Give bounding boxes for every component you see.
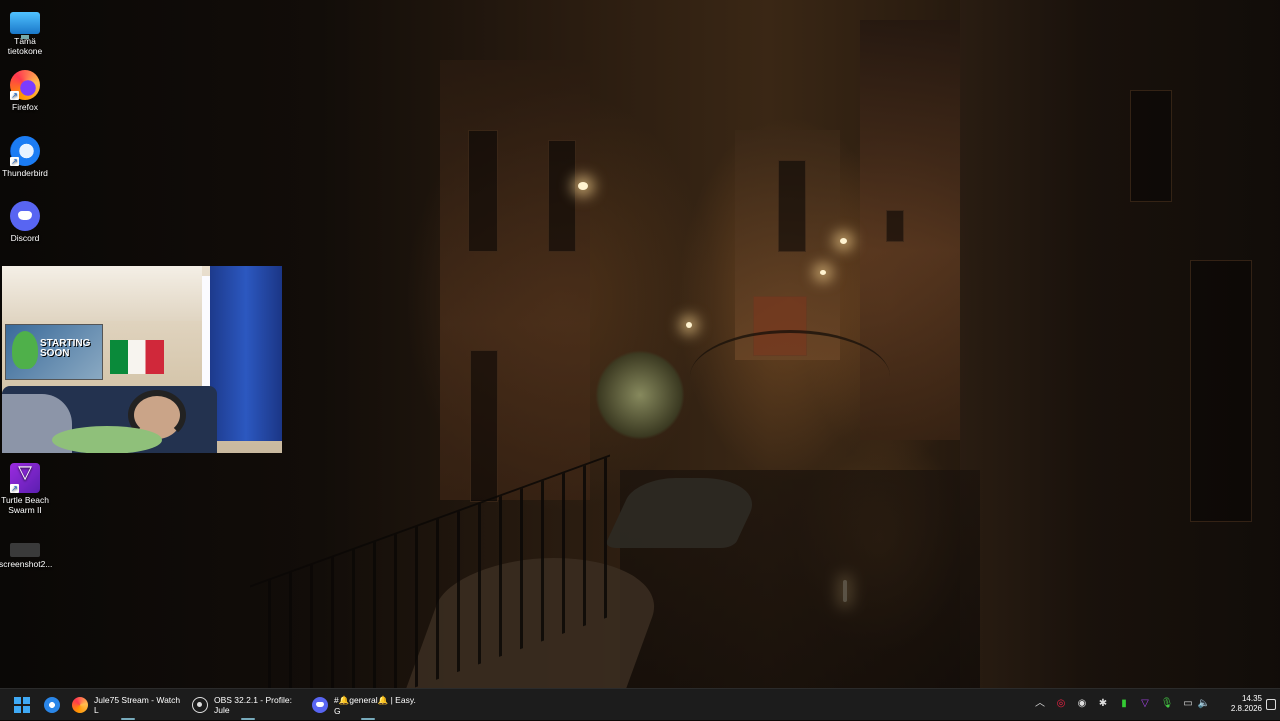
discord-icon[interactable]: ◉: [1075, 697, 1089, 711]
steelseries-icon[interactable]: ◎: [1054, 697, 1068, 711]
bluetooth-icon[interactable]: ✱: [1096, 697, 1110, 711]
turtle-beach-icon[interactable]: ▽: [1138, 697, 1152, 711]
taskbar-app-obs[interactable]: OBS 32.2.1 - Profile: Jule: [192, 689, 304, 721]
windows-start-icon: [14, 697, 30, 713]
clock-time: 14.35: [1241, 694, 1262, 703]
taskbar-app-label: OBS 32.2.1 - Profile: Jule: [214, 695, 292, 715]
desktop-icon-screenshot[interactable]: screenshot2...: [0, 533, 53, 569]
clock-date: 2.8.2026: [1230, 704, 1262, 713]
desktop-icon-discord[interactable]: Discord: [0, 201, 51, 243]
starting-soon-poster: STARTING SOON: [5, 324, 103, 380]
taskbar-app-discord[interactable]: #🔔general🔔 | Easy. G: [312, 689, 424, 721]
turtle-mascot: [12, 331, 38, 369]
start-button[interactable]: [12, 689, 32, 721]
speaker-icon[interactable]: 🔈: [1197, 697, 1211, 711]
turtle-pillow: [52, 426, 162, 453]
desktop-icon-label: screenshot2...: [0, 559, 53, 569]
taskbar-app-label: #🔔general🔔 | Easy. G: [334, 694, 416, 716]
italian-flag: [110, 340, 164, 374]
turtle-beach-icon: ↗: [10, 463, 40, 493]
desktop-icon-label: Discord: [10, 233, 40, 243]
desktop-icon-label: Tämä tietokone: [7, 36, 43, 56]
obs-icon: [192, 697, 208, 713]
desktop-icon-thunderbird[interactable]: ↗ Thunderbird: [0, 136, 51, 178]
curtain: [210, 266, 282, 441]
desktop-icon-label: Thunderbird: [2, 168, 48, 178]
thunderbird-icon: ↗: [10, 136, 40, 166]
poster-text: STARTING SOON: [40, 338, 91, 359]
webcam-preview: STARTING SOON: [2, 266, 282, 453]
battery-app-icon[interactable]: ▮: [1117, 697, 1131, 711]
chevron-up-icon[interactable]: ︿: [1033, 697, 1047, 711]
desktop-icon-turtle-beach[interactable]: ↗ Turtle Beach Swarm II: [0, 463, 51, 515]
notification-icon[interactable]: [1266, 699, 1276, 710]
microphone-icon[interactable]: 🎙: [1160, 697, 1174, 711]
taskbar-pinned-edge[interactable]: [42, 689, 62, 721]
taskbar-app-firefox[interactable]: Jule75 Stream - Watch L: [72, 689, 184, 721]
discord-icon: [312, 697, 328, 713]
network-icon[interactable]: ▭: [1181, 697, 1195, 711]
desktop-icon-firefox[interactable]: ↗ Firefox: [0, 70, 51, 112]
desktop-icon-label: Turtle Beach Swarm II: [1, 495, 49, 515]
taskbar: Jule75 Stream - Watch L OBS 32.2.1 - Pro…: [0, 688, 1280, 720]
clock[interactable]: 14.35 2.8.2026: [1231, 694, 1262, 714]
screenshot-file-icon: [10, 543, 40, 557]
firefox-icon: ↗: [10, 70, 40, 100]
desktop-icon-this-pc[interactable]: Tämä tietokone: [0, 8, 51, 56]
this-pc-icon: [10, 12, 40, 39]
firefox-icon: [72, 697, 88, 713]
discord-icon: [10, 201, 40, 231]
taskbar-app-label: Jule75 Stream - Watch L: [94, 695, 181, 715]
desktop-icon-label: Firefox: [12, 102, 38, 112]
browser-icon: [44, 697, 60, 713]
